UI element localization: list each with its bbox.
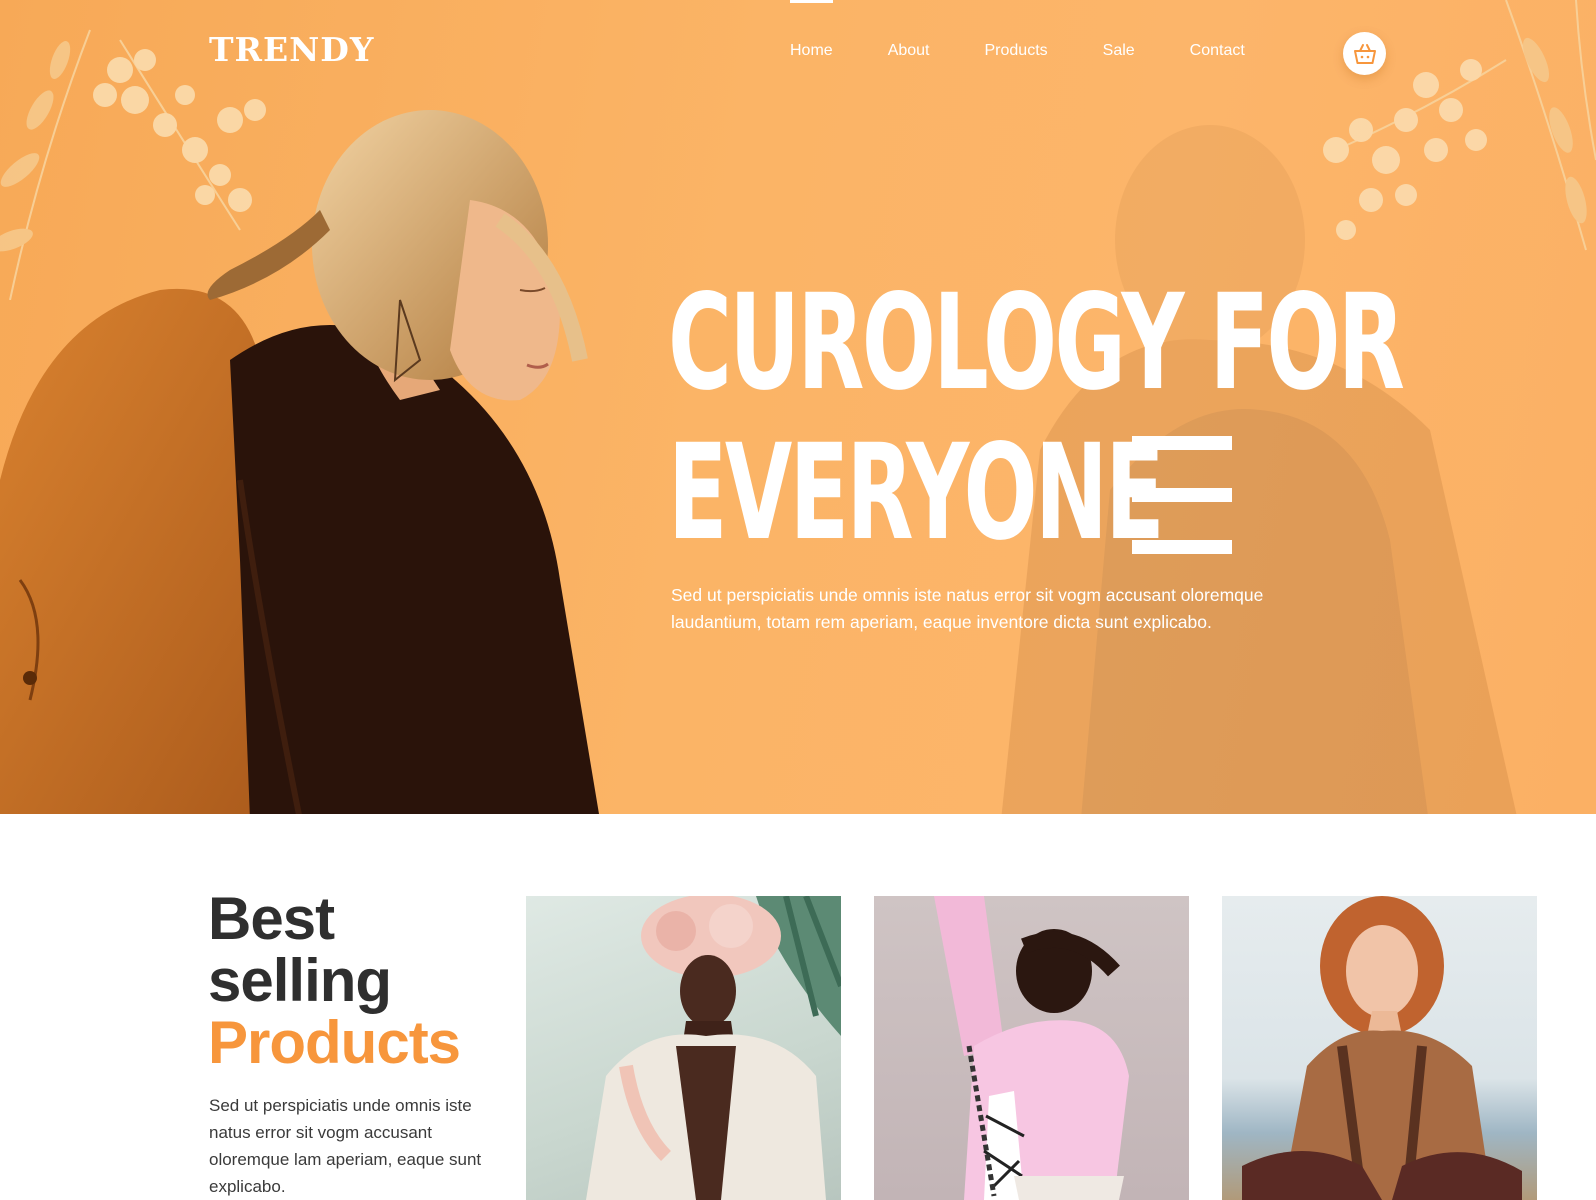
hero-bars-decoration xyxy=(1132,436,1232,556)
product-image-1 xyxy=(586,896,841,1200)
hero-model-image xyxy=(0,110,599,814)
nav-products[interactable]: Products xyxy=(985,42,1048,60)
cart-button[interactable] xyxy=(1343,32,1386,75)
hero-headline-line1: CUROLOGY FOR xyxy=(668,266,1405,420)
nav-about[interactable]: About xyxy=(888,42,930,60)
nav-sale[interactable]: Sale xyxy=(1103,42,1135,60)
basket-icon xyxy=(1353,43,1376,64)
product-card-1[interactable] xyxy=(526,896,841,1200)
best-selling-title-line2: selling xyxy=(208,947,392,1014)
hero-headline: CUROLOGY FOR EVERYONE xyxy=(668,266,1405,570)
brand-logo[interactable]: TRENDY xyxy=(209,30,374,69)
nav-contact[interactable]: Contact xyxy=(1190,42,1245,60)
best-selling-title: Best selling Products xyxy=(208,885,461,1076)
product-image-3 xyxy=(1242,896,1522,1200)
hero-headline-line2: EVERYONE xyxy=(668,416,1165,570)
main-nav: Home About Products Sale Contact xyxy=(790,0,1300,60)
best-selling-description: Sed ut perspiciatis unde omnis iste natu… xyxy=(209,1096,482,1196)
best-selling-title-accent: Products xyxy=(208,1009,461,1076)
product-card-3[interactable] xyxy=(1222,896,1537,1200)
product-image-2 xyxy=(934,896,1129,1200)
leaves-decoration-right xyxy=(1323,0,1596,251)
hero-section: TRENDY Home About Products Sale Contact … xyxy=(0,0,1596,814)
nav-home[interactable]: Home xyxy=(790,0,833,60)
best-selling-title-line1: Best xyxy=(208,885,335,952)
hero-description: Sed ut perspiciatis unde omnis iste natu… xyxy=(671,585,1264,632)
product-card-2[interactable] xyxy=(874,896,1189,1200)
